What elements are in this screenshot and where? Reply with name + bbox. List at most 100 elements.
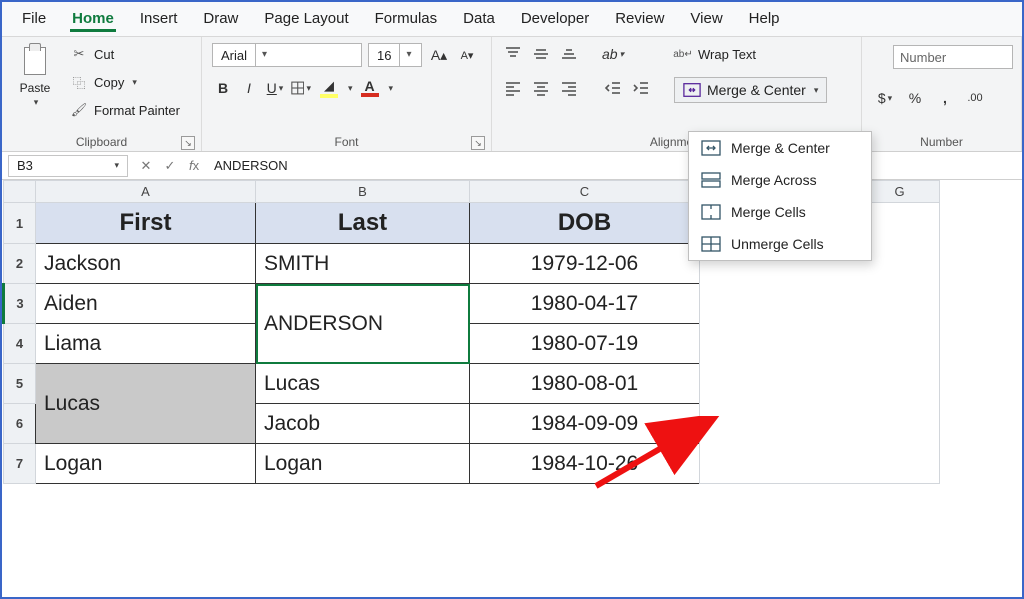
enter-button[interactable]: ✓ bbox=[158, 158, 182, 174]
tab-home[interactable]: Home bbox=[70, 8, 116, 32]
cut-label: Cut bbox=[94, 47, 114, 62]
merge-icon bbox=[683, 82, 701, 98]
chevron-down-icon: ▾ bbox=[114, 160, 119, 171]
cell-c1[interactable]: DOB bbox=[470, 203, 700, 244]
tab-developer[interactable]: Developer bbox=[519, 8, 591, 32]
menu-unmerge-cells[interactable]: Unmerge Cells bbox=[689, 228, 871, 260]
font-name-combo[interactable]: Arial ▾ bbox=[212, 43, 362, 67]
borders-button[interactable]: ▾ bbox=[290, 77, 312, 99]
cell-c4[interactable]: 1980-07-19 bbox=[470, 324, 700, 364]
align-middle-button[interactable] bbox=[530, 43, 552, 65]
font-color-button[interactable]: A bbox=[357, 77, 383, 99]
number-format-combo[interactable]: Number bbox=[893, 45, 1013, 69]
cell-b1[interactable]: Last bbox=[256, 203, 470, 244]
chevron-down-icon: ▾ bbox=[34, 97, 39, 108]
copy-button[interactable]: ⿻ Copy ▾ bbox=[70, 71, 180, 93]
cell-b2[interactable]: SMITH bbox=[256, 244, 470, 284]
copy-label: Copy bbox=[94, 75, 124, 90]
cut-button[interactable]: ✂ Cut bbox=[70, 43, 180, 65]
tab-formulas[interactable]: Formulas bbox=[373, 8, 440, 32]
cell-a4[interactable]: Liama bbox=[36, 324, 256, 364]
tab-help[interactable]: Help bbox=[747, 8, 782, 32]
fx-button[interactable]: fx bbox=[182, 158, 206, 173]
dialog-launcher-clipboard[interactable]: ↘ bbox=[181, 136, 195, 150]
cell-b3-b4-merged[interactable]: ANDERSON bbox=[256, 284, 470, 364]
align-right-button[interactable] bbox=[558, 77, 580, 99]
font-size-combo[interactable]: 16 ▾ bbox=[368, 43, 422, 67]
menu-merge-cells[interactable]: Merge Cells bbox=[689, 196, 871, 228]
name-box[interactable]: B3 ▾ bbox=[8, 155, 128, 177]
cell-a7[interactable]: Logan bbox=[36, 444, 256, 484]
orientation-button[interactable]: ab▾ bbox=[602, 43, 624, 65]
row-header-6[interactable]: 6 bbox=[4, 404, 36, 444]
menu-label: Unmerge Cells bbox=[731, 236, 824, 252]
cell-b6[interactable]: Jacob bbox=[256, 404, 470, 444]
align-left-button[interactable] bbox=[502, 77, 524, 99]
tab-file[interactable]: File bbox=[20, 8, 48, 32]
formula-input[interactable]: ANDERSON bbox=[206, 158, 1022, 173]
scissors-icon: ✂ bbox=[70, 46, 88, 62]
align-top-button[interactable] bbox=[502, 43, 524, 65]
tab-insert[interactable]: Insert bbox=[138, 8, 180, 32]
column-header-b[interactable]: B bbox=[256, 181, 470, 203]
menu-merge-across[interactable]: Merge Across bbox=[689, 164, 871, 196]
tab-data[interactable]: Data bbox=[461, 8, 497, 32]
chevron-down-icon: ▾ bbox=[399, 44, 417, 66]
paste-label: Paste bbox=[20, 81, 51, 95]
cell-a1[interactable]: First bbox=[36, 203, 256, 244]
merge-dropdown-menu: Merge & Center Merge Across Merge Cells … bbox=[688, 131, 872, 261]
row-header-3[interactable]: 3 bbox=[4, 284, 36, 324]
menu-label: Merge & Center bbox=[731, 140, 830, 156]
paintbrush-icon: 🖌 bbox=[70, 102, 88, 118]
row-header-4[interactable]: 4 bbox=[4, 324, 36, 364]
tab-page-layout[interactable]: Page Layout bbox=[262, 8, 350, 32]
dialog-launcher-font[interactable]: ↘ bbox=[471, 136, 485, 150]
row-header-5[interactable]: 5 bbox=[4, 364, 36, 404]
cell-c2[interactable]: 1979-12-06 bbox=[470, 244, 700, 284]
cell-a3[interactable]: Aiden bbox=[36, 284, 256, 324]
merge-center-button[interactable]: Merge & Center ▾ bbox=[674, 77, 827, 103]
cell-c3[interactable]: 1980-04-17 bbox=[470, 284, 700, 324]
format-painter-label: Format Painter bbox=[94, 103, 180, 118]
chevron-down-icon: ▾ bbox=[255, 44, 273, 66]
wrap-text-button[interactable]: ab↵ Wrap Text bbox=[674, 43, 827, 65]
cell-c6[interactable]: 1984-09-09 bbox=[470, 404, 700, 444]
cell-b5[interactable]: Lucas bbox=[256, 364, 470, 404]
number-format-value: Number bbox=[900, 50, 946, 65]
percent-format-button[interactable]: % bbox=[904, 87, 926, 109]
align-center-button[interactable] bbox=[530, 77, 552, 99]
menu-merge-and-center[interactable]: Merge & Center bbox=[689, 132, 871, 164]
format-painter-button[interactable]: 🖌 Format Painter bbox=[70, 99, 180, 121]
increase-indent-button[interactable] bbox=[630, 77, 652, 99]
tab-review[interactable]: Review bbox=[613, 8, 666, 32]
increase-font-button[interactable]: A▴ bbox=[428, 44, 450, 66]
tab-view[interactable]: View bbox=[688, 8, 724, 32]
cell-a5-a6-merged[interactable]: Lucas bbox=[36, 364, 256, 444]
row-header-7[interactable]: 7 bbox=[4, 444, 36, 484]
bold-button[interactable]: B bbox=[212, 77, 234, 99]
select-all-corner[interactable] bbox=[4, 181, 36, 203]
column-header-c[interactable]: C bbox=[470, 181, 700, 203]
decrease-font-button[interactable]: A▾ bbox=[456, 44, 478, 66]
comma-format-button[interactable]: , bbox=[934, 87, 956, 109]
row-header-1[interactable]: 1 bbox=[4, 203, 36, 244]
group-label-clipboard: Clipboard bbox=[76, 135, 127, 149]
accounting-format-button[interactable]: $▾ bbox=[874, 87, 896, 109]
cell-b7[interactable]: Logan bbox=[256, 444, 470, 484]
cell-c5[interactable]: 1980-08-01 bbox=[470, 364, 700, 404]
underline-button[interactable]: U▾ bbox=[264, 77, 286, 99]
column-header-a[interactable]: A bbox=[36, 181, 256, 203]
italic-button[interactable]: I bbox=[238, 77, 260, 99]
align-bottom-button[interactable] bbox=[558, 43, 580, 65]
font-name-value: Arial bbox=[213, 48, 255, 63]
decrease-indent-button[interactable] bbox=[602, 77, 624, 99]
fill-color-button[interactable]: ◢ bbox=[316, 77, 342, 99]
row-header-2[interactable]: 2 bbox=[4, 244, 36, 284]
tab-draw[interactable]: Draw bbox=[201, 8, 240, 32]
cancel-button[interactable]: ✕ bbox=[134, 158, 158, 174]
paste-button[interactable]: Paste ▾ bbox=[12, 43, 58, 108]
menu-tabs: File Home Insert Draw Page Layout Formul… bbox=[2, 2, 1022, 37]
increase-decimal-button[interactable]: .00 bbox=[964, 87, 986, 109]
cell-a2[interactable]: Jackson bbox=[36, 244, 256, 284]
cell-c7[interactable]: 1984-10-26 bbox=[470, 444, 700, 484]
